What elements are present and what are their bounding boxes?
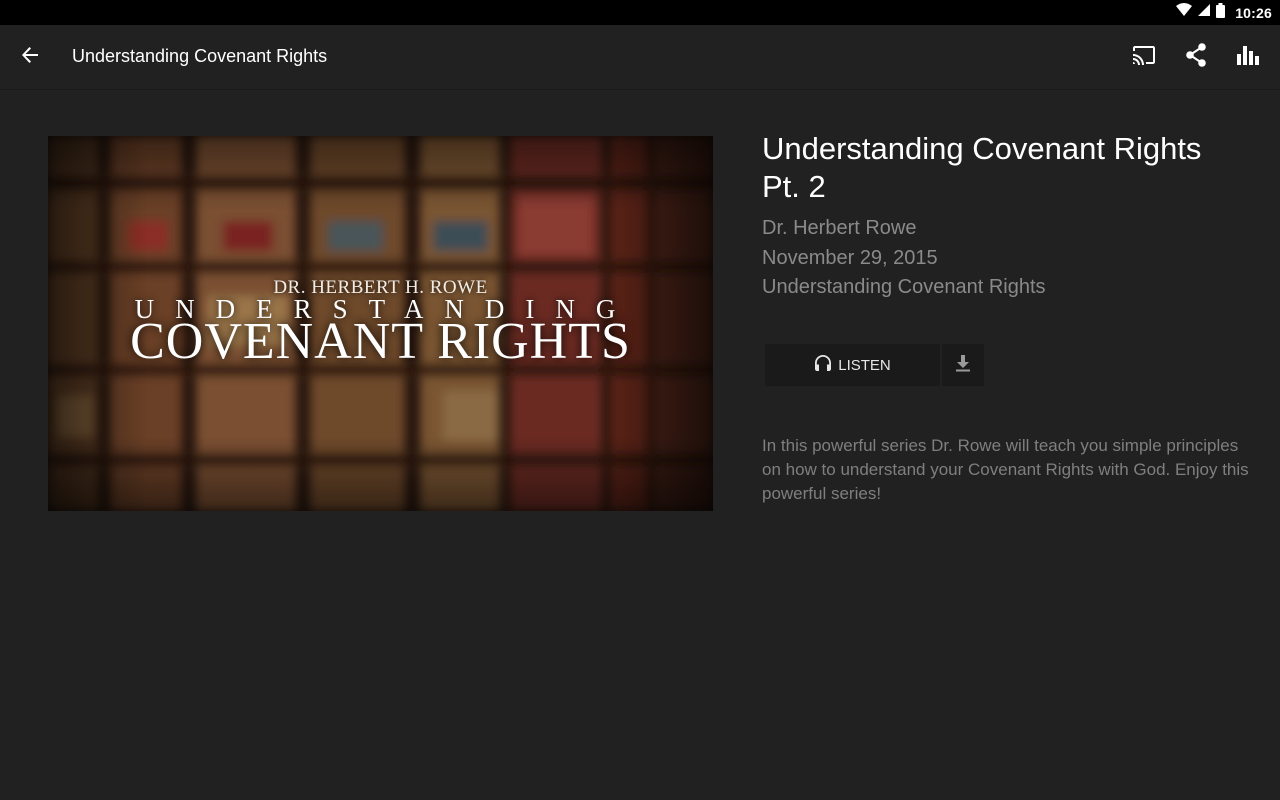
media-buttons: LISTEN	[765, 344, 984, 386]
cast-button[interactable]	[1120, 35, 1168, 79]
equalizer-icon	[1236, 45, 1260, 70]
arrow-back-icon	[21, 46, 39, 69]
status-bar: 10:26	[0, 0, 1280, 25]
back-button[interactable]	[12, 39, 48, 75]
app-bar-actions	[1120, 35, 1272, 79]
episode-date: November 29, 2015	[762, 246, 938, 269]
download-icon	[955, 354, 971, 377]
share-button[interactable]	[1172, 35, 1220, 79]
status-icons: 10:26	[1176, 0, 1272, 25]
cover-title-overlay: DR. HERBERT H. ROWE UNDERSTANDING COVENA…	[48, 136, 713, 511]
episode-title: Understanding Covenant Rights Pt. 2	[762, 131, 1202, 204]
app-bar-title: Understanding Covenant Rights	[72, 46, 328, 66]
app-bar: Understanding Covenant Rights	[0, 25, 1280, 90]
equalizer-button[interactable]	[1224, 35, 1272, 79]
episode-description: In this powerful series Dr. Rowe will te…	[762, 436, 1249, 503]
download-button[interactable]	[942, 344, 984, 386]
series-name: Understanding Covenant Rights	[762, 276, 1046, 298]
episode-details: Understanding Covenant Rights Pt. 2 Dr. …	[762, 130, 1242, 303]
status-time: 10:26	[1235, 4, 1272, 21]
wifi-icon	[1176, 3, 1193, 22]
cell-signal-icon	[1198, 3, 1211, 22]
battery-icon	[1216, 2, 1226, 23]
share-icon	[1185, 42, 1207, 72]
speaker-name: Dr. Herbert Rowe	[762, 217, 917, 239]
listen-label: LISTEN	[838, 356, 891, 374]
listen-button[interactable]: LISTEN	[765, 344, 940, 386]
cover-title-line2: COVENANT RIGHTS	[130, 313, 631, 370]
episode-meta: Dr. Herbert Rowe November 29, 2015 Under…	[762, 214, 1242, 303]
cover-image: DR. HERBERT H. ROWE UNDERSTANDING COVENA…	[48, 136, 713, 511]
headphones-icon	[814, 354, 832, 376]
cast-icon	[1132, 45, 1156, 70]
